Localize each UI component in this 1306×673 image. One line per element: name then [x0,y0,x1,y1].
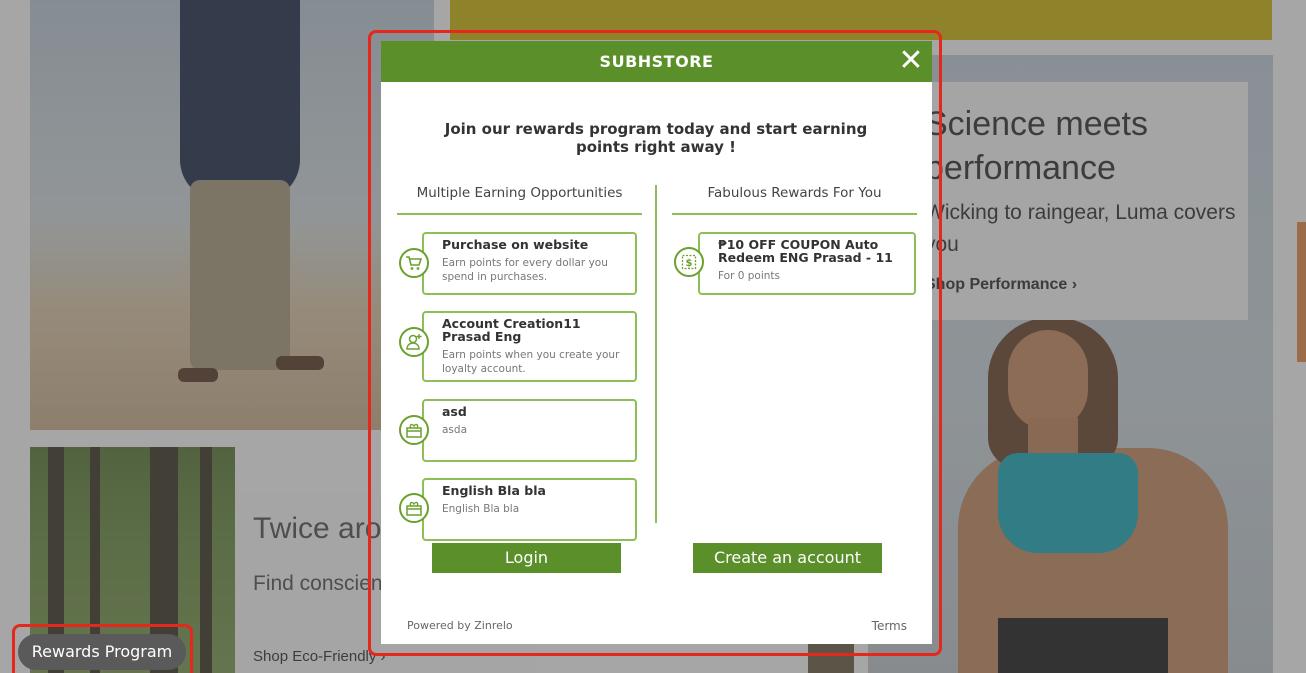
highlight-box-modal [368,30,942,656]
highlight-box-rewards-tab [12,624,193,673]
